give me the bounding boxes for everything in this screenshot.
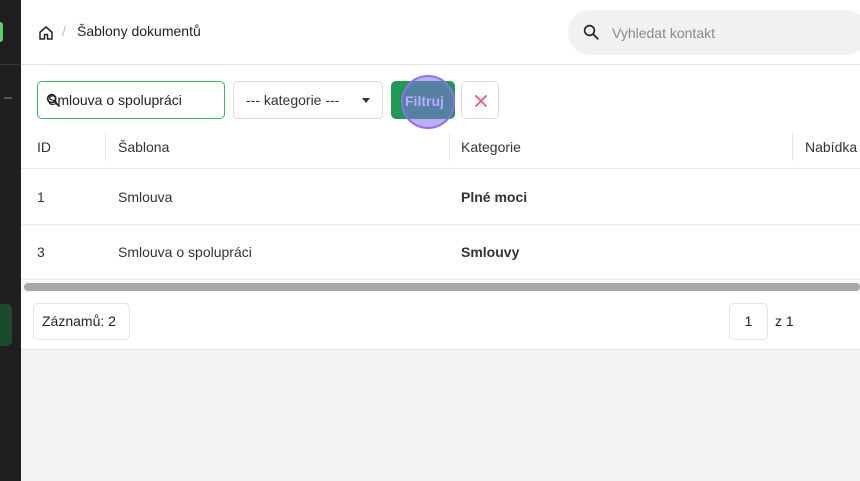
cell-category: Smlouvy — [461, 244, 520, 260]
top-header: / Šablony dokumentů — [21, 0, 860, 65]
column-header-offer[interactable]: Nabídka — [805, 129, 857, 169]
column-header-id[interactable]: ID — [37, 129, 51, 169]
sidebar-divider — [0, 64, 21, 65]
contact-search-input[interactable] — [612, 22, 852, 44]
cell-id: 3 — [37, 244, 45, 260]
cell-id: 1 — [37, 189, 45, 205]
breadcrumb-separator: / — [62, 23, 66, 39]
search-icon — [583, 24, 599, 40]
horizontal-scrollbar[interactable] — [21, 281, 860, 293]
category-select[interactable]: --- kategorie --- — [233, 81, 383, 119]
table-row[interactable]: 3 Smlouva o spolupráci Smlouvy — [21, 225, 860, 280]
column-divider — [105, 133, 106, 161]
close-icon — [475, 95, 487, 107]
table-row[interactable]: 1 Smlouva Plné moci — [21, 170, 860, 225]
sidebar-item[interactable] — [4, 97, 12, 99]
scrollbar-thumb[interactable] — [24, 283, 860, 291]
clear-filter-button[interactable] — [461, 81, 499, 119]
table-header: ID Šablona Kategorie Nabídka — [21, 129, 860, 169]
page-title: Šablony dokumentů — [77, 23, 201, 39]
contact-search[interactable] — [568, 10, 860, 55]
column-divider — [449, 133, 450, 161]
cell-template: Smlouva — [118, 189, 173, 205]
column-header-template[interactable]: Šablona — [118, 129, 169, 169]
home-icon[interactable] — [37, 24, 55, 42]
caret-down-icon — [362, 98, 370, 103]
column-divider — [792, 133, 793, 161]
footer-divider — [21, 349, 860, 350]
page-total: z 1 — [775, 313, 794, 329]
sidebar — [0, 0, 21, 481]
category-select-value: --- kategorie --- — [246, 92, 340, 108]
search-icon — [46, 93, 60, 107]
sidebar-item-active[interactable] — [0, 304, 12, 346]
page-number-input[interactable]: 1 — [729, 303, 768, 340]
column-header-category[interactable]: Kategorie — [461, 129, 521, 169]
records-count: Záznamů: 2 — [33, 303, 130, 340]
filter-button[interactable] — [391, 81, 455, 119]
cell-template: Smlouva o spolupráci — [118, 244, 252, 260]
template-filter-input[interactable] — [37, 81, 225, 119]
logo[interactable] — [0, 22, 3, 42]
cell-category: Plné moci — [461, 189, 528, 205]
